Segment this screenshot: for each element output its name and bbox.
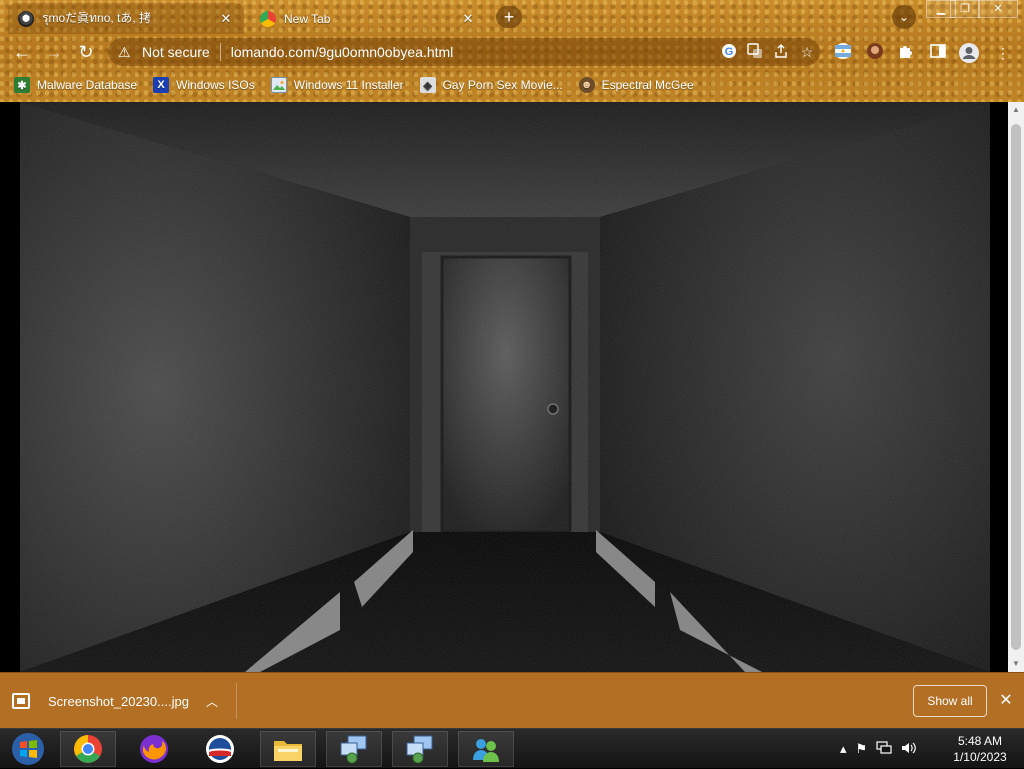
page-scrollbar[interactable]: ▲ ▼ — [1008, 102, 1024, 672]
google-lens-icon[interactable]: G — [716, 43, 742, 62]
chrome-menu-icon[interactable]: ⋮ — [992, 42, 1014, 64]
chrome-favicon-icon — [260, 10, 276, 27]
bookmark-label: Windows ISOs — [176, 78, 255, 92]
image-icon — [270, 77, 287, 93]
tab-new-tab[interactable]: New Tab ✕ — [250, 3, 486, 34]
new-tab-button[interactable]: + — [496, 6, 522, 28]
corridor-illustration — [20, 102, 990, 672]
firefox-icon[interactable] — [126, 731, 182, 767]
security-label[interactable]: Not secure — [142, 44, 210, 60]
translate-icon[interactable] — [742, 42, 768, 62]
bookmark-label: Malware Database — [37, 78, 138, 92]
scroll-up-arrow-icon[interactable]: ▲ — [1008, 102, 1024, 118]
chevron-up-icon[interactable]: ︿ — [200, 693, 224, 710]
bookmark-windows-11-installer[interactable]: Windows 11 Installer — [270, 77, 404, 93]
scroll-thumb[interactable] — [1011, 124, 1021, 650]
show-hidden-icons-icon[interactable]: ▴ — [840, 741, 847, 757]
show-all-button[interactable]: Show all — [913, 685, 987, 717]
tab-title: New Tab — [284, 11, 331, 26]
browser-toolbar: ← → ↻ ⚠ Not secure lomando.com/9gu0omn0o… — [0, 34, 1024, 70]
download-item[interactable]: Screenshot_20230....jpg ︿ — [12, 683, 237, 719]
taskbar-clock[interactable]: 5:48 AM 1/10/2023 — [940, 733, 1020, 765]
share-icon[interactable] — [768, 43, 794, 62]
tab-active[interactable]: รุmoだ眞ทno, tあ, 拷 ✕ — [8, 3, 244, 34]
bookmark-label: Windows 11 Installer — [293, 78, 404, 92]
tab-title: รุmoだ眞ทno, tあ, 拷 — [42, 11, 152, 25]
action-center-flag-icon[interactable]: ⚑ — [856, 741, 868, 757]
network-icon[interactable] — [876, 740, 892, 758]
file-explorer-icon[interactable] — [260, 731, 316, 767]
bookmark-label: Gay Porn Sex Movie... — [442, 78, 563, 92]
messenger-icon[interactable] — [458, 731, 514, 767]
image-file-icon — [12, 693, 30, 709]
bookmarks-bar: ✱ Malware Database X Windows ISOs Window… — [0, 72, 1024, 98]
extensions-puzzle-icon[interactable] — [895, 42, 917, 64]
network-computer-icon[interactable] — [326, 731, 382, 767]
bookmark-espectral-mcgee[interactable]: ☻ Espectral McGee — [578, 77, 694, 93]
chrome-icon[interactable] — [60, 731, 116, 767]
download-shelf: Screenshot_20230....jpg ︿ Show all ✕ — [0, 672, 1024, 728]
window-close-button[interactable]: ✕ — [978, 0, 1018, 18]
browser-chrome: รุmoだ眞ทno, tあ, 拷 ✕ New Tab ✕ + ⌄ ▁ ❐ ✕ ←… — [0, 0, 1024, 102]
address-bar[interactable]: ⚠ Not secure lomando.com/9gu0omn0obyea.h… — [108, 38, 820, 66]
bookmark-star-icon[interactable]: ☆ — [794, 44, 820, 61]
forward-button[interactable]: → — [42, 40, 66, 64]
film-grain-overlay — [20, 102, 990, 672]
download-file-name: Screenshot_20230....jpg — [48, 693, 189, 709]
bookmark-site[interactable]: ◈ Gay Porn Sex Movie... — [419, 77, 563, 93]
corridor-scene[interactable] — [20, 102, 990, 672]
tab-close-icon[interactable]: ✕ — [218, 11, 234, 27]
tab-search-button[interactable]: ⌄ — [892, 5, 916, 29]
clock-date: 1/10/2023 — [953, 750, 1007, 764]
svg-text:G: G — [725, 46, 734, 58]
tab-favicon — [18, 10, 34, 27]
site-icon: ◈ — [419, 77, 436, 93]
face-icon: ☻ — [578, 77, 595, 93]
reload-button[interactable]: ↻ — [74, 40, 98, 64]
scroll-down-arrow-icon[interactable]: ▼ — [1008, 656, 1024, 672]
url-text[interactable]: lomando.com/9gu0omn0obyea.html — [231, 44, 716, 60]
argentina-flag-extension-icon[interactable] — [832, 42, 854, 64]
bookmark-windows-isos[interactable]: X Windows ISOs — [153, 77, 255, 93]
profile-avatar-icon[interactable] — [958, 42, 980, 64]
omnibox-divider — [219, 43, 221, 61]
back-button[interactable]: ← — [10, 40, 34, 64]
warning-icon[interactable]: ⚠ — [118, 44, 136, 61]
page-viewport: ▲ ▼ — [0, 102, 1024, 672]
windows-taskbar: ▴ ⚑ 5:48 AM 1/10/2023 — [0, 728, 1024, 768]
avatar-extension-icon[interactable] — [864, 42, 886, 64]
windows-start-icon[interactable] — [2, 731, 54, 767]
restore-button[interactable]: ❐ — [950, 0, 980, 18]
tab-strip: รุmoだ眞ทno, tあ, 拷 ✕ New Tab ✕ + ⌄ ▁ ❐ ✕ — [0, 0, 1024, 34]
x-logo-icon: X — [153, 77, 170, 93]
bookmark-label: Espectral McGee — [601, 78, 694, 92]
volume-icon[interactable] — [901, 741, 917, 758]
bug-icon: ✱ — [14, 77, 30, 93]
side-panel-icon[interactable] — [927, 42, 949, 64]
tab-close-icon[interactable]: ✕ — [460, 11, 476, 27]
obama-logo-icon[interactable] — [192, 731, 248, 767]
network-computer-icon[interactable] — [392, 731, 448, 767]
close-download-shelf-icon[interactable]: ✕ — [996, 689, 1016, 713]
clock-time: 5:48 AM — [957, 734, 1003, 748]
system-tray: ▴ ⚑ — [840, 729, 926, 769]
bookmark-malware-database[interactable]: ✱ Malware Database — [14, 77, 137, 93]
